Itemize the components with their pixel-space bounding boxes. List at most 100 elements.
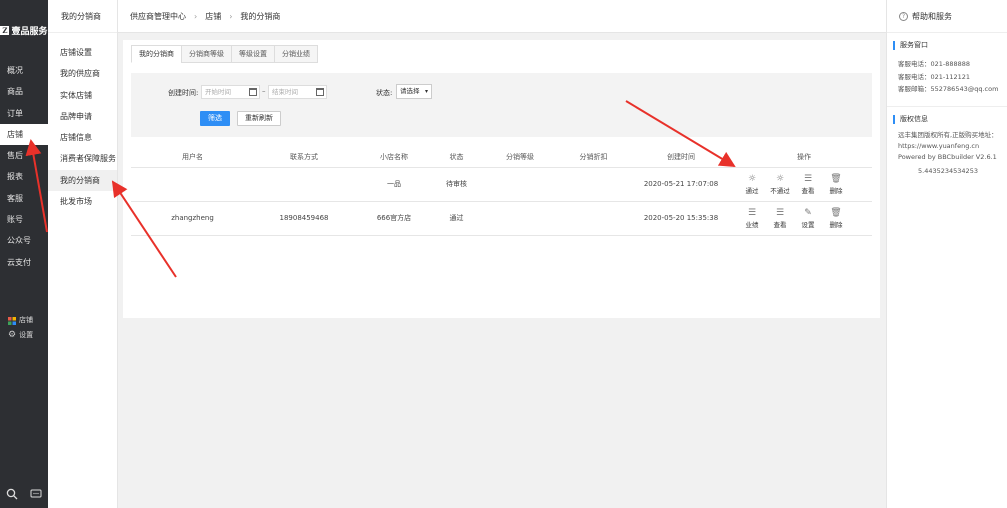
delete-button[interactable]: 🗑 删除 xyxy=(825,207,847,229)
cell-actions: ☼ 通过 ☼ 不通过 ☰ 查看 🗑 删除 xyxy=(736,167,872,202)
col-status: 状态 xyxy=(434,148,479,168)
tab-level-settings[interactable]: 等级设置 xyxy=(231,45,274,63)
reject-button[interactable]: ☼ 不通过 xyxy=(769,173,791,195)
calendar-icon xyxy=(316,88,324,96)
sun-icon: ☼ xyxy=(747,174,757,184)
cell-actions: ☰ 业绩 ☰ 查看 ✎ 设置 🗑 删除 xyxy=(736,201,872,236)
submenu-item-consumer-protection[interactable]: 消费者保障服务 xyxy=(48,148,117,169)
copyright-title: 版权信息 xyxy=(893,114,1007,124)
main-panel: 我的分销商 分销商等级 等级设置 分销业绩 创建时间: 开始时间 – 结束时间 … xyxy=(123,40,880,318)
tab-distribution-performance[interactable]: 分销业绩 xyxy=(274,45,318,63)
start-date-placeholder: 开始时间 xyxy=(205,88,231,96)
sidebar-item-customer-service[interactable]: 客服 xyxy=(0,188,48,209)
logo-text: 壹品服务 xyxy=(11,26,48,37)
cell-contact: 18908459468 xyxy=(254,201,354,236)
tab-distributor-levels[interactable]: 分销商等级 xyxy=(181,45,231,63)
submenu-title: 我的分销商 xyxy=(48,0,117,33)
search-icon[interactable] xyxy=(6,488,18,500)
breadcrumb-item-current: 我的分销商 xyxy=(240,11,281,21)
sidebar-shop-label: 店铺 xyxy=(19,316,33,324)
help-title: 帮助和服务 xyxy=(912,11,952,21)
sun-icon: ☼ xyxy=(775,174,785,184)
col-contact: 联系方式 xyxy=(254,148,354,168)
cell-contact xyxy=(254,167,354,202)
sidebar-item-shop[interactable]: 店铺 xyxy=(0,123,48,146)
submenu-item-my-suppliers[interactable]: 我的供应商 xyxy=(48,63,117,84)
status-select-value: 请选择 xyxy=(400,87,420,95)
service-phone-1: 客服电话：021-888888 xyxy=(898,60,971,68)
col-actions: 操作 xyxy=(736,148,872,168)
view-button[interactable]: ☰ 查看 xyxy=(797,173,819,195)
col-shop-name: 小店名称 xyxy=(354,148,434,168)
main-sidebar: Z 壹品服务 概况 商品 订单 店铺 售后 报表 客服 账号 公众号 云支付 店… xyxy=(0,0,48,508)
settings-label: 设置 xyxy=(801,221,815,229)
approve-label: 通过 xyxy=(745,187,759,195)
sidebar-item-overview[interactable]: 概况 xyxy=(0,60,48,81)
cell-username: zhangzheng xyxy=(131,201,254,236)
submenu-item-shop-info[interactable]: 店铺信息 xyxy=(48,127,117,148)
cell-shop-name: 666官方店 xyxy=(354,201,434,236)
chat-icon[interactable] xyxy=(30,488,42,500)
chevron-right-icon: › xyxy=(194,11,198,21)
service-window-title: 服务窗口 xyxy=(893,41,1007,50)
settings-button[interactable]: ✎ 设置 xyxy=(797,207,819,229)
breadcrumb-item-supplier-center[interactable]: 供应商管理中心 xyxy=(130,11,186,22)
status-label: 状态: xyxy=(376,89,393,97)
tab-my-distributors[interactable]: 我的分销商 xyxy=(131,45,181,63)
cell-discount xyxy=(561,201,626,236)
view-label: 查看 xyxy=(801,187,815,195)
cell-level xyxy=(479,167,561,202)
edit-icon: ✎ xyxy=(804,208,812,218)
view-button[interactable]: ☰ 查看 xyxy=(769,207,791,229)
table-row: zhangzheng 18908459468 666官方店 通过 2020-05… xyxy=(131,201,872,236)
submenu-item-brand-application[interactable]: 品牌申请 xyxy=(48,106,117,127)
sub-menu: 我的分销商 店铺设置 我的供应商 实体店铺 品牌申请 店铺信息 消费者保障服务 … xyxy=(48,0,118,508)
col-username: 用户名 xyxy=(131,148,254,168)
submenu-item-my-distributors[interactable]: 我的分销商 xyxy=(48,169,117,192)
submenu-item-shop-settings[interactable]: 店铺设置 xyxy=(48,42,117,63)
start-date-input[interactable]: 开始时间 xyxy=(201,85,260,99)
help-divider xyxy=(887,105,1007,107)
table-row: 一品 待审核 2020-05-21 17:07:08 ☼ 通过 ☼ 不通过 ☰ 查看 … xyxy=(131,167,872,202)
performance-button[interactable]: ☰ 业绩 xyxy=(741,207,763,229)
tab-bar: 我的分销商 分销商等级 等级设置 分销业绩 xyxy=(131,45,318,63)
chevron-right-icon: › xyxy=(229,11,233,21)
copyright-text: 远丰集团版权所有,正版购买地址：https://www.yuanfeng.cn … xyxy=(898,130,998,161)
performance-label: 业绩 xyxy=(745,221,759,229)
view-label: 查看 xyxy=(773,221,787,229)
sidebar-settings-label: 设置 xyxy=(19,331,34,339)
sidebar-item-reports[interactable]: 报表 xyxy=(0,166,48,187)
filter-button[interactable]: 筛选 xyxy=(200,111,230,126)
status-select[interactable]: 请选择 ▾ xyxy=(396,84,432,99)
sidebar-shop-link[interactable]: 店铺 xyxy=(8,313,33,328)
help-panel: ? 帮助和服务 服务窗口 客服电话：021-888888 客服电话：021-11… xyxy=(886,0,1007,508)
gear-icon: ⚙ xyxy=(8,330,17,340)
submenu-item-physical-stores[interactable]: 实体店铺 xyxy=(48,85,117,106)
sidebar-item-account[interactable]: 账号 xyxy=(0,209,48,230)
sidebar-item-orders[interactable]: 订单 xyxy=(0,103,48,124)
logo-mark: Z xyxy=(0,25,10,35)
breadcrumb-item-shop[interactable]: 店铺 xyxy=(205,11,221,22)
cell-created-time: 2020-05-20 15:35:38 xyxy=(626,201,736,236)
col-discount: 分销折扣 xyxy=(561,148,626,168)
calendar-icon xyxy=(249,88,257,96)
sidebar-item-official-account[interactable]: 公众号 xyxy=(0,230,48,251)
caret-down-icon: ▾ xyxy=(424,88,428,95)
sidebar-item-aftersales[interactable]: 售后 xyxy=(0,145,48,166)
approve-button[interactable]: ☼ 通过 xyxy=(741,173,763,195)
delete-button[interactable]: 🗑 删除 xyxy=(825,173,847,195)
sidebar-item-cloud-pay[interactable]: 云支付 xyxy=(0,252,48,273)
cell-status: 通过 xyxy=(434,201,479,236)
version-code: 5.4435234534253 xyxy=(918,166,978,175)
help-header: ? 帮助和服务 xyxy=(887,0,1007,33)
end-date-placeholder: 结束时间 xyxy=(272,88,298,96)
sidebar-settings-link[interactable]: ⚙ 设置 xyxy=(8,328,33,343)
sidebar-bottom-tools xyxy=(0,480,48,508)
trash-icon: 🗑 xyxy=(830,208,842,218)
sidebar-item-products[interactable]: 商品 xyxy=(0,81,48,102)
end-date-input[interactable]: 结束时间 xyxy=(268,85,327,99)
refresh-button[interactable]: 重新刷新 xyxy=(237,111,281,126)
submenu-item-wholesale-market[interactable]: 批发市场 xyxy=(48,191,117,212)
date-range-dash: – xyxy=(262,87,266,95)
col-level: 分销等级 xyxy=(479,148,561,168)
